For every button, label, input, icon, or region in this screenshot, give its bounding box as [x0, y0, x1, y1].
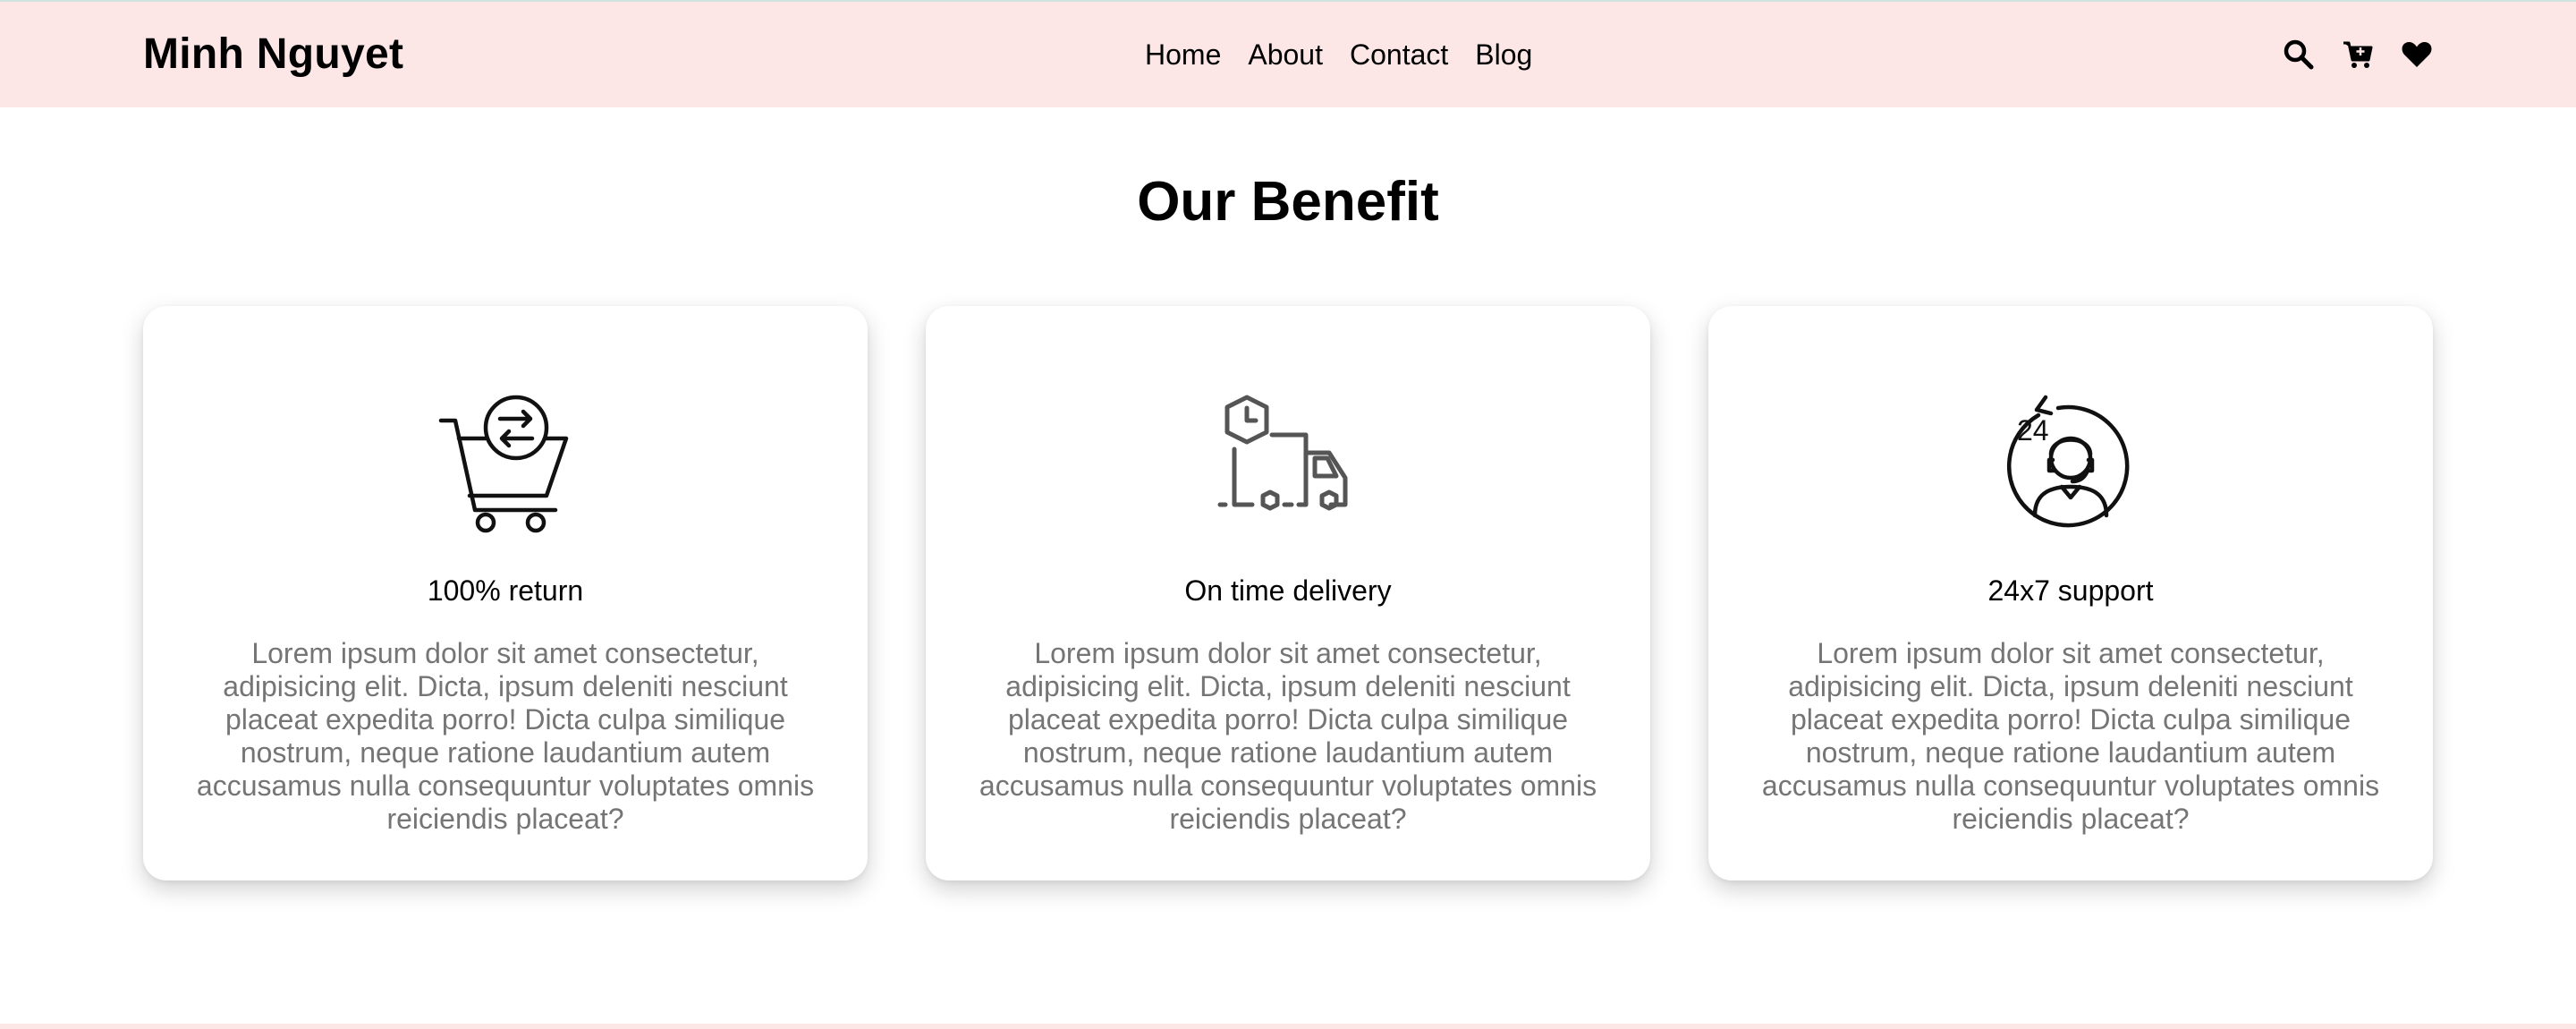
benefit-card-return: 100% return Lorem ipsum dolor sit amet c…: [143, 306, 868, 880]
cart-return-icon: [438, 395, 569, 533]
footer-edge: [0, 1024, 2576, 1029]
section-title: Our Benefit: [1137, 171, 1439, 233]
site-logo[interactable]: Minh Nguyet: [143, 2, 403, 107]
nav-contact[interactable]: Contact: [1350, 38, 1448, 72]
nav-about[interactable]: About: [1248, 38, 1323, 72]
card-title: On time delivery: [1184, 574, 1392, 607]
card-title: 100% return: [427, 574, 584, 607]
support-24-icon: 24: [2006, 395, 2130, 528]
nav-home[interactable]: Home: [1145, 38, 1221, 72]
site-header: Minh Nguyet Home About Contact Blog: [0, 2, 2576, 107]
cart-icon[interactable]: [2342, 38, 2374, 71]
card-description: Lorem ipsum dolor sit amet consectetur, …: [979, 637, 1597, 835]
heart-icon[interactable]: [2401, 38, 2433, 71]
card-description: Lorem ipsum dolor sit amet consectetur, …: [1761, 637, 2380, 835]
benefit-card-delivery: On time delivery Lorem ipsum dolor sit a…: [926, 306, 1650, 880]
main-nav: Home About Contact Blog: [1145, 2, 1559, 107]
header-icons: [2283, 2, 2433, 107]
delivery-truck-icon: [1217, 395, 1348, 511]
card-icon-wrap: [143, 394, 868, 537]
card-icon-wrap: [926, 394, 1650, 537]
search-icon[interactable]: [2283, 38, 2315, 71]
card-description: Lorem ipsum dolor sit amet consectetur, …: [196, 637, 815, 835]
card-icon-wrap: 24: [1708, 394, 2433, 537]
nav-blog[interactable]: Blog: [1475, 38, 1532, 72]
support-24-label: 24: [2017, 414, 2049, 446]
benefit-card-support: 24 24x7 support Lorem ipsum dolor sit am…: [1708, 306, 2433, 880]
card-title: 24x7 support: [1987, 574, 2154, 607]
